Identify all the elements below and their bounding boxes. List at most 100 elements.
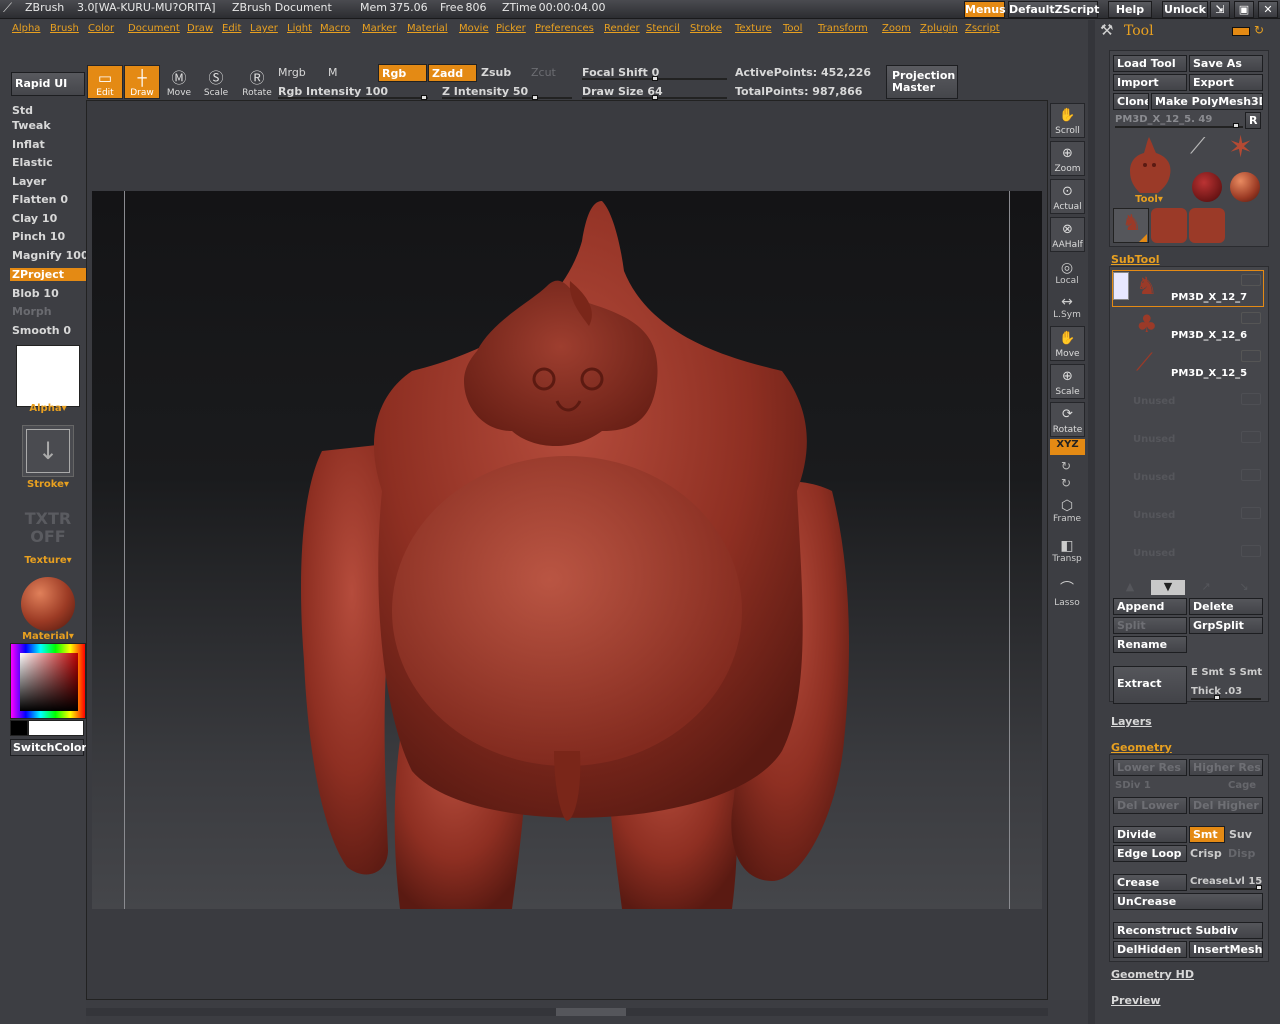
import-button[interactable]: Import [1113,74,1187,91]
current-tool-knob[interactable] [1233,123,1239,128]
geometry-section[interactable]: Geometry [1111,741,1172,754]
stroke-swatch[interactable]: ↓ [22,425,74,477]
brush-std[interactable]: Std [12,104,33,117]
subtool-visibility-eye-icon[interactable] [1241,274,1261,286]
brush-blob[interactable]: Blob 10 [12,287,59,300]
subtool-color-swatch[interactable] [1113,272,1129,300]
brush-layer[interactable]: Layer [12,175,46,188]
scroll-button[interactable]: ✋ Scroll [1050,103,1085,138]
subtool-scroll-down-icon[interactable]: ▼ [1151,580,1185,595]
minimize-icon[interactable]: ⇲ [1210,1,1230,18]
focal-shift-knob[interactable] [652,76,658,81]
lasso-button[interactable]: ⌒ Lasso [1048,578,1086,608]
default-zscript-button[interactable]: DefaultZScript [1008,1,1099,18]
delete-button[interactable]: Delete [1189,598,1263,615]
edge-loop-button[interactable]: Edge Loop [1113,845,1187,862]
insertmesh-button[interactable]: InsertMesh [1189,941,1263,958]
subtool-move-up-icon[interactable]: ↗ [1189,580,1223,595]
zoom-button[interactable]: ⊕ Zoom [1050,141,1085,176]
higher-res-button[interactable]: Higher Res [1189,759,1263,776]
zadd-button[interactable]: Zadd [428,64,477,82]
menu-picker[interactable]: Picker [496,23,526,34]
uncrease-button[interactable]: UnCrease [1113,893,1263,910]
disp-toggle[interactable]: Disp [1228,847,1255,860]
menu-texture[interactable]: Texture [735,23,772,34]
material-label[interactable]: Material▾ [16,631,80,642]
recent-tool-1[interactable]: ♞ [1113,208,1149,243]
menu-zscript[interactable]: Zscript [965,23,1000,34]
subtool-scroll-up-icon[interactable]: ▲ [1113,580,1147,595]
load-tool-button[interactable]: Load Tool [1113,55,1187,72]
layers-section[interactable]: Layers [1111,715,1152,728]
zsub-button[interactable]: Zsub [481,66,511,79]
delhidden-button[interactable]: DelHidden [1113,941,1187,958]
close-icon[interactable]: ✕ [1258,1,1278,18]
rotate-y-icon[interactable]: ↻ [1061,459,1071,473]
menu-stroke[interactable]: Stroke [690,23,722,34]
cage-button[interactable]: Cage [1228,780,1256,791]
move-button[interactable]: ✋ Move [1050,326,1085,361]
menus-button[interactable]: Menus [964,1,1006,18]
subtool-section[interactable]: SubTool [1111,253,1160,266]
brush-clay[interactable]: Clay 10 [12,212,57,225]
frame-button[interactable]: ⬡ Frame [1048,498,1086,524]
rgb-button[interactable]: Rgb [378,64,427,82]
split-button[interactable]: Split [1113,617,1187,634]
projection-master-button[interactable]: Projection Master [886,65,958,99]
crease-level-slider[interactable]: CreaseLvl 15 [1190,876,1262,887]
suv-toggle[interactable]: Suv [1229,828,1252,841]
menu-macro[interactable]: Macro [320,23,350,34]
aahalf-button[interactable]: ⊗ AAHalf [1050,217,1085,252]
unlock-button[interactable]: Unlock [1162,1,1208,18]
canvas-bottom-scrollbar[interactable] [86,1008,1048,1016]
brush-morph[interactable]: Morph [12,305,52,318]
del-higher-button[interactable]: Del Higher [1189,797,1263,814]
restore-icon[interactable]: ▣ [1234,1,1254,18]
rename-button[interactable]: Rename [1113,636,1187,653]
menu-light[interactable]: Light [287,23,312,34]
palette-dock-toggle[interactable] [1232,27,1250,36]
menu-layer[interactable]: Layer [250,23,278,34]
grpsplit-button[interactable]: GrpSplit [1189,617,1263,634]
star-tool-icon[interactable]: ✶ [1228,130,1253,165]
r-button[interactable]: R [1245,112,1261,129]
extract-button[interactable]: Extract [1113,666,1187,704]
document-canvas[interactable] [92,191,1042,909]
menu-render[interactable]: Render [604,23,640,34]
local-button[interactable]: ◎ Local [1048,260,1086,286]
tray-splitter[interactable] [1088,20,1095,1024]
color-picker-square[interactable] [20,653,78,711]
material-sphere[interactable] [21,577,75,631]
actual-button[interactable]: ⊙ Actual [1050,179,1085,214]
save-as-button[interactable]: Save As [1189,55,1263,72]
brush-elastic[interactable]: Elastic [12,156,53,169]
del-lower-button[interactable]: Del Lower [1113,797,1187,814]
brush-zproject[interactable]: ZProject [10,268,86,281]
lsym-button[interactable]: ↔ L.Sym [1048,294,1086,320]
menu-zplugin[interactable]: Zplugin [920,23,958,34]
stroke-label[interactable]: Stroke▾ [16,479,80,490]
xyz-symmetry-button[interactable]: XYZ [1050,439,1085,455]
menu-color[interactable]: Color [88,23,114,34]
help-button[interactable]: Help [1108,1,1152,18]
brush-flatten[interactable]: Flatten 0 [12,193,68,206]
color-picker[interactable] [10,643,86,719]
subtool-move-down-icon[interactable]: ↘ [1227,580,1261,595]
menu-edit[interactable]: Edit [222,23,241,34]
brush-inflat[interactable]: Inflat [12,138,45,151]
divide-button[interactable]: Divide [1113,826,1187,843]
brush-tweak[interactable]: Tweak [12,119,51,132]
menu-draw[interactable]: Draw [187,23,213,34]
e-smt-slider[interactable]: E Smt [1191,667,1224,678]
subtool-item-0[interactable]: PM3D_X_12_7 [1171,292,1247,303]
menu-alpha[interactable]: Alpha [12,23,40,34]
menu-material[interactable]: Material [407,23,448,34]
menu-zoom[interactable]: Zoom [882,23,911,34]
menu-transform[interactable]: Transform [818,23,868,34]
menu-marker[interactable]: Marker [362,23,397,34]
rotate-z-icon[interactable]: ↻ [1061,476,1071,490]
s-smt-slider[interactable]: S Smt [1229,667,1262,678]
subtool-visibility-eye-icon[interactable] [1241,312,1261,324]
menu-document[interactable]: Document [128,23,180,34]
geometry-hd-section[interactable]: Geometry HD [1111,968,1194,981]
